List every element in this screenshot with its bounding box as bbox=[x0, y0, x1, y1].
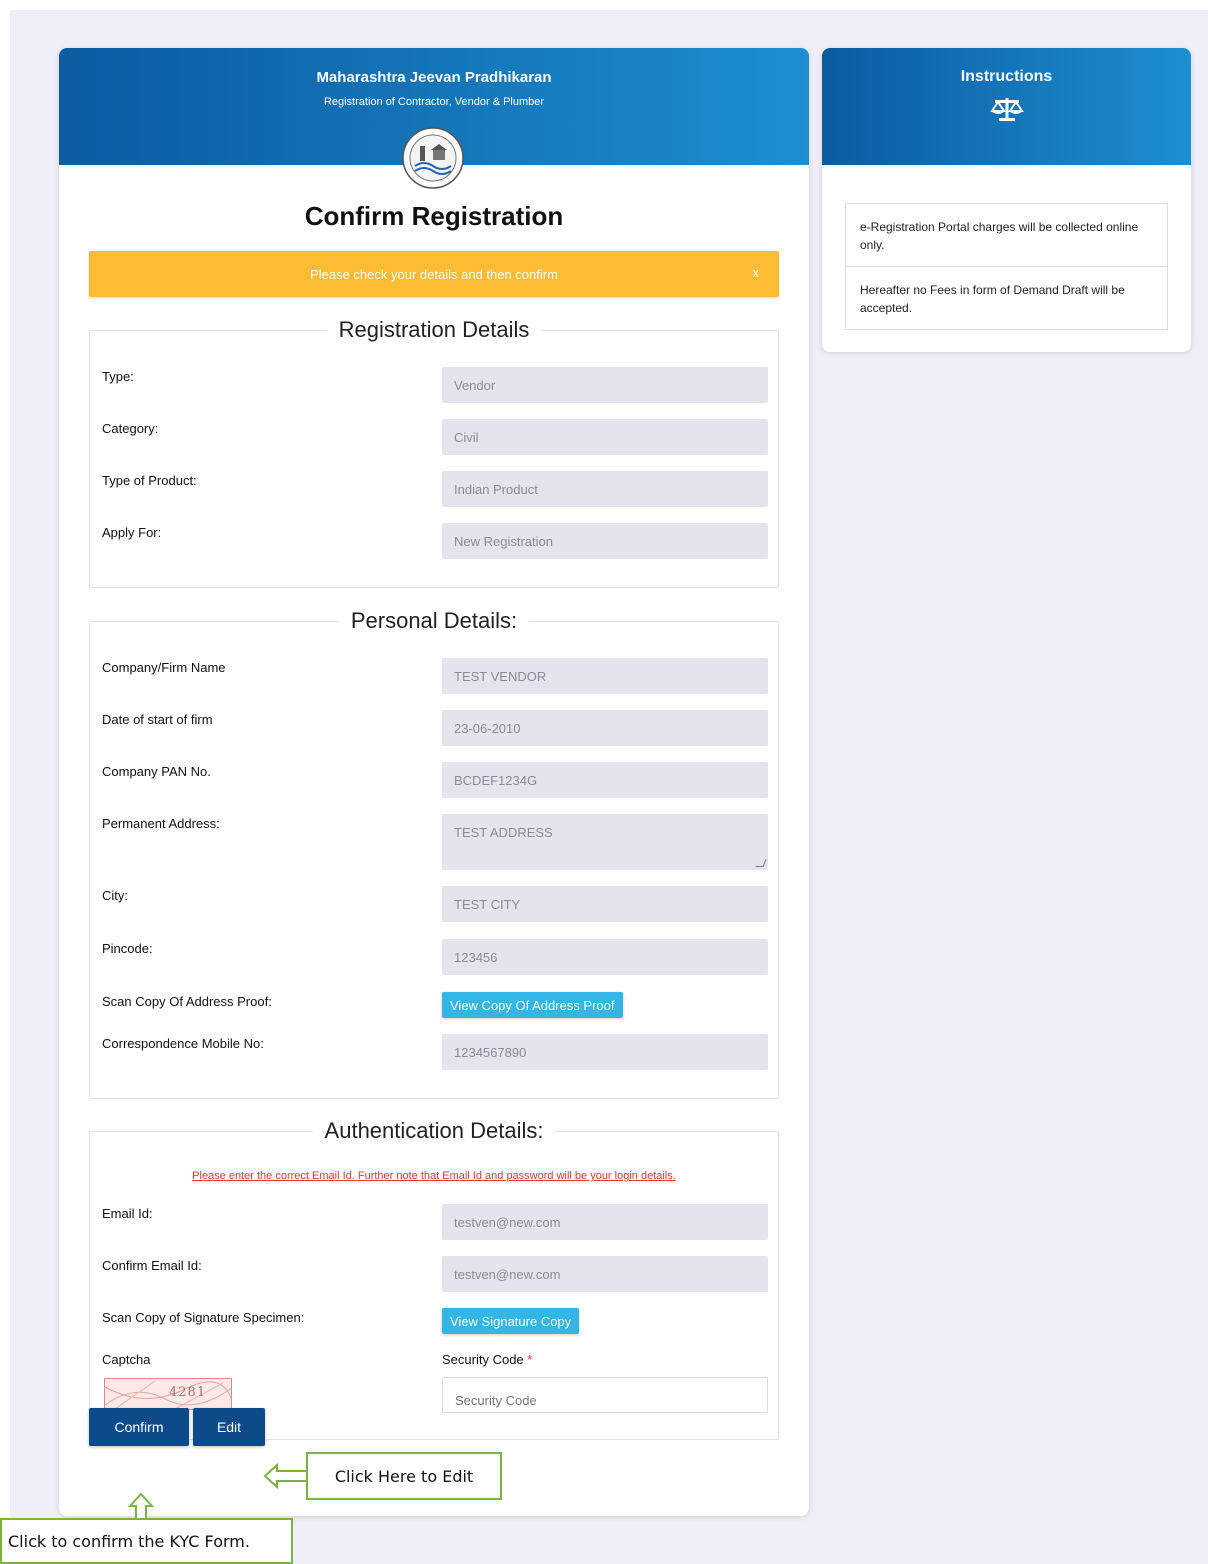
product-type-field[interactable]: Indian Product bbox=[442, 471, 768, 507]
alert-close-button[interactable]: x bbox=[753, 265, 760, 280]
form-row-company: Company/Firm Name TEST VENDOR bbox=[90, 658, 778, 694]
email-warning-note: Please enter the correct Email Id. Furth… bbox=[192, 1170, 676, 1182]
address-textarea[interactable]: TEST ADDRESS bbox=[442, 814, 768, 870]
form-row-product: Type of Product: Indian Product bbox=[90, 471, 778, 507]
category-label: Category: bbox=[102, 421, 159, 436]
left-arrow-icon bbox=[263, 1462, 308, 1490]
top-strip bbox=[0, 0, 1208, 10]
view-address-proof-button[interactable]: View Copy Of Address Proof bbox=[442, 992, 623, 1018]
address-value: TEST ADDRESS bbox=[454, 825, 553, 840]
email-label: Email Id: bbox=[102, 1206, 153, 1221]
required-marker: * bbox=[527, 1352, 533, 1367]
form-row-pan: Company PAN No. BCDEF1234G bbox=[90, 762, 778, 798]
security-code-label: Security Code * bbox=[442, 1352, 532, 1367]
list-item: e-Registration Portal charges will be co… bbox=[860, 220, 1139, 252]
alert-message: Please check your details and then confi… bbox=[310, 266, 558, 282]
form-row-date: Date of start of firm 23-06-2010 bbox=[90, 710, 778, 746]
edit-button[interactable]: Edit bbox=[193, 1408, 265, 1446]
email-field[interactable]: testven@new.com bbox=[442, 1204, 768, 1240]
authentication-details-section: Authentication Details: Please enter the… bbox=[89, 1118, 779, 1440]
address-proof-label: Scan Copy Of Address Proof: bbox=[102, 994, 272, 1009]
company-field[interactable]: TEST VENDOR bbox=[442, 658, 768, 694]
confirm-hint-callout: Click to confirm the KYC Form. bbox=[0, 1518, 293, 1564]
city-field[interactable]: TEST CITY bbox=[442, 886, 768, 922]
confirm-button[interactable]: Confirm bbox=[89, 1408, 189, 1446]
left-strip bbox=[0, 0, 10, 1520]
security-code-input[interactable] bbox=[442, 1377, 768, 1413]
registration-details-section: Registration Details Type: Vendor Catego… bbox=[89, 317, 779, 588]
pincode-label: Pincode: bbox=[102, 941, 153, 956]
org-subtitle: Registration of Contractor, Vendor & Plu… bbox=[323, 96, 545, 108]
instructions-list: e-Registration Portal charges will be co… bbox=[845, 203, 1168, 330]
security-code-label-text: Security Code bbox=[442, 1352, 524, 1367]
mobile-field[interactable]: 1234567890 bbox=[442, 1034, 768, 1070]
pan-field[interactable]: BCDEF1234G bbox=[442, 762, 768, 798]
captcha-text: 4281 bbox=[169, 1385, 207, 1400]
form-row-confirm-email: Confirm Email Id: testven@new.com bbox=[90, 1256, 778, 1292]
pincode-field[interactable]: 123456 bbox=[442, 939, 768, 975]
pan-label: Company PAN No. bbox=[102, 764, 211, 779]
form-row-address-proof: Scan Copy Of Address Proof: View Copy Of… bbox=[90, 992, 778, 1018]
address-label: Permanent Address: bbox=[102, 816, 220, 831]
personal-details-section: Personal Details: Company/Firm Name TEST… bbox=[89, 608, 779, 1099]
section-legend: Registration Details bbox=[90, 317, 778, 343]
start-date-field[interactable]: 23-06-2010 bbox=[442, 710, 768, 746]
mobile-label: Correspondence Mobile No: bbox=[102, 1036, 264, 1051]
apply-for-label: Apply For: bbox=[102, 525, 162, 540]
start-date-label: Date of start of firm bbox=[102, 712, 213, 727]
list-item: Hereafter no Fees in form of Demand Draf… bbox=[846, 266, 1167, 329]
form-row-apply-for: Apply For: New Registration bbox=[90, 523, 778, 559]
form-row-email: Email Id: testven@new.com bbox=[90, 1204, 778, 1240]
balance-scale-icon bbox=[989, 98, 1024, 121]
org-title: Maharashtra Jeevan Pradhikaran bbox=[316, 69, 552, 86]
confirm-email-field[interactable]: testven@new.com bbox=[442, 1256, 768, 1292]
city-label: City: bbox=[102, 888, 128, 903]
section-legend: Personal Details: bbox=[90, 608, 778, 634]
instructions-card: Instructions e-Registration Portal charg… bbox=[822, 48, 1191, 352]
signature-label: Scan Copy of Signature Specimen: bbox=[102, 1310, 305, 1325]
registration-card: Maharashtra Jeevan Pradhikaran Registrat… bbox=[59, 48, 809, 1516]
registration-legend: Registration Details bbox=[326, 317, 542, 342]
page-title: Confirm Registration bbox=[304, 201, 564, 231]
section-legend: Authentication Details: bbox=[90, 1118, 778, 1144]
form-row-address: Permanent Address: TEST ADDRESS bbox=[90, 814, 778, 870]
edit-hint-callout: Click Here to Edit bbox=[306, 1452, 502, 1500]
instructions-title: Instructions bbox=[960, 68, 1053, 85]
instructions-header: Instructions bbox=[822, 48, 1191, 165]
alert-banner: Please check your details and then confi… bbox=[89, 251, 779, 297]
form-row-signature: Scan Copy of Signature Specimen: View Si… bbox=[90, 1308, 778, 1334]
company-label: Company/Firm Name bbox=[102, 660, 226, 675]
form-row-city: City: TEST CITY bbox=[90, 886, 778, 922]
mjp-logo-icon bbox=[402, 127, 464, 189]
form-row-type: Type: Vendor bbox=[90, 367, 778, 403]
resize-handle-icon[interactable] bbox=[755, 859, 767, 867]
type-field[interactable]: Vendor bbox=[442, 367, 768, 403]
apply-for-field[interactable]: New Registration bbox=[442, 523, 768, 559]
form-row-category: Category: Civil bbox=[90, 419, 778, 455]
confirm-email-label: Confirm Email Id: bbox=[102, 1258, 202, 1273]
product-type-label: Type of Product: bbox=[102, 473, 197, 488]
form-row-pincode: Pincode: 123456 bbox=[90, 939, 778, 975]
authentication-legend: Authentication Details: bbox=[312, 1118, 556, 1143]
view-signature-button[interactable]: View Signature Copy bbox=[442, 1308, 580, 1334]
personal-legend: Personal Details: bbox=[338, 608, 530, 633]
type-label: Type: bbox=[102, 369, 134, 384]
form-row-mobile: Correspondence Mobile No: 1234567890 bbox=[90, 1034, 778, 1070]
category-field[interactable]: Civil bbox=[442, 419, 768, 455]
captcha-label: Captcha bbox=[102, 1352, 151, 1367]
captcha-image: 4281 bbox=[104, 1378, 232, 1410]
